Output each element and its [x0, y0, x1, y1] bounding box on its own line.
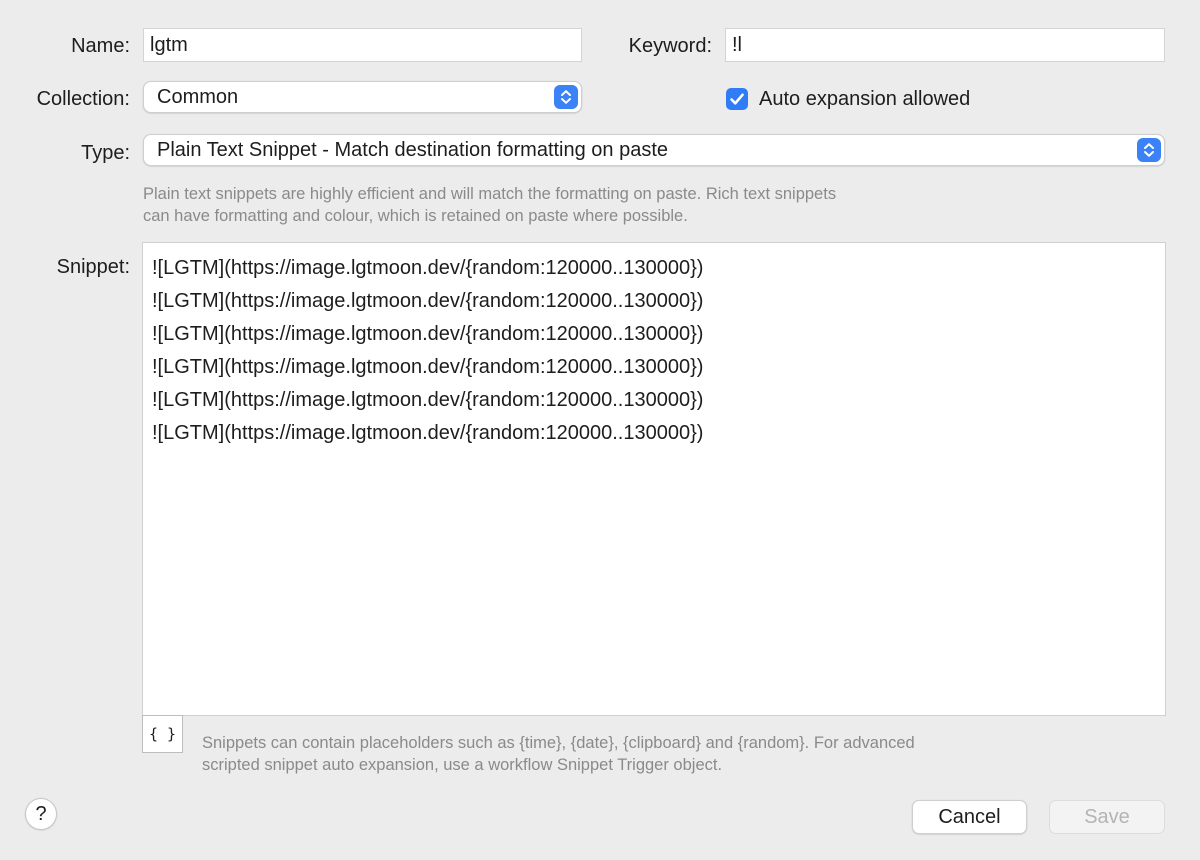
- auto-expansion-label: Auto expansion allowed: [759, 88, 971, 110]
- insert-placeholder-button[interactable]: { }: [142, 715, 183, 753]
- name-label: Name:: [71, 35, 130, 57]
- auto-expansion-checkbox[interactable]: Auto expansion allowed: [726, 86, 1026, 112]
- snippet-label: Snippet:: [56, 256, 130, 278]
- snippet-textarea[interactable]: ![LGTM](https://image.lgtmoon.dev/{rando…: [142, 242, 1166, 716]
- type-help-text: Plain text snippets are highly efficient…: [143, 183, 1143, 227]
- type-select[interactable]: Plain Text Snippet - Match destination f…: [143, 134, 1165, 166]
- placeholder-help-line: Snippets can contain placeholders such a…: [202, 734, 915, 752]
- collection-select[interactable]: Common: [143, 81, 582, 113]
- type-help-line: can have formatting and colour, which is…: [143, 207, 688, 225]
- snippet-line: ![LGTM](https://image.lgtmoon.dev/{rando…: [152, 356, 704, 378]
- type-help-line: Plain text snippets are highly efficient…: [143, 185, 837, 203]
- type-select-value: Plain Text Snippet - Match destination f…: [157, 139, 669, 161]
- snippet-line: ![LGTM](https://image.lgtmoon.dev/{rando…: [152, 323, 704, 345]
- cancel-button[interactable]: Cancel: [912, 800, 1027, 834]
- type-label: Type:: [81, 142, 130, 164]
- collection-select-value: Common: [157, 86, 239, 108]
- placeholder-help-line: scripted snippet auto expansion, use a w…: [202, 756, 723, 774]
- placeholder-help-text: Snippets can contain placeholders such a…: [202, 732, 1162, 776]
- keyword-label: Keyword:: [628, 35, 712, 57]
- checkmark-icon: [726, 88, 748, 110]
- name-field[interactable]: [143, 28, 582, 62]
- help-button[interactable]: ?: [25, 798, 57, 830]
- snippet-line: ![LGTM](https://image.lgtmoon.dev/{rando…: [152, 290, 704, 312]
- collection-label: Collection:: [36, 88, 130, 110]
- save-button[interactable]: Save: [1049, 800, 1165, 834]
- snippet-line: ![LGTM](https://image.lgtmoon.dev/{rando…: [152, 422, 704, 444]
- snippet-line: ![LGTM](https://image.lgtmoon.dev/{rando…: [152, 257, 704, 279]
- keyword-field[interactable]: [725, 28, 1165, 62]
- chevron-up-down-icon: [554, 85, 578, 109]
- snippet-line: ![LGTM](https://image.lgtmoon.dev/{rando…: [152, 389, 704, 411]
- chevron-up-down-icon: [1137, 138, 1161, 162]
